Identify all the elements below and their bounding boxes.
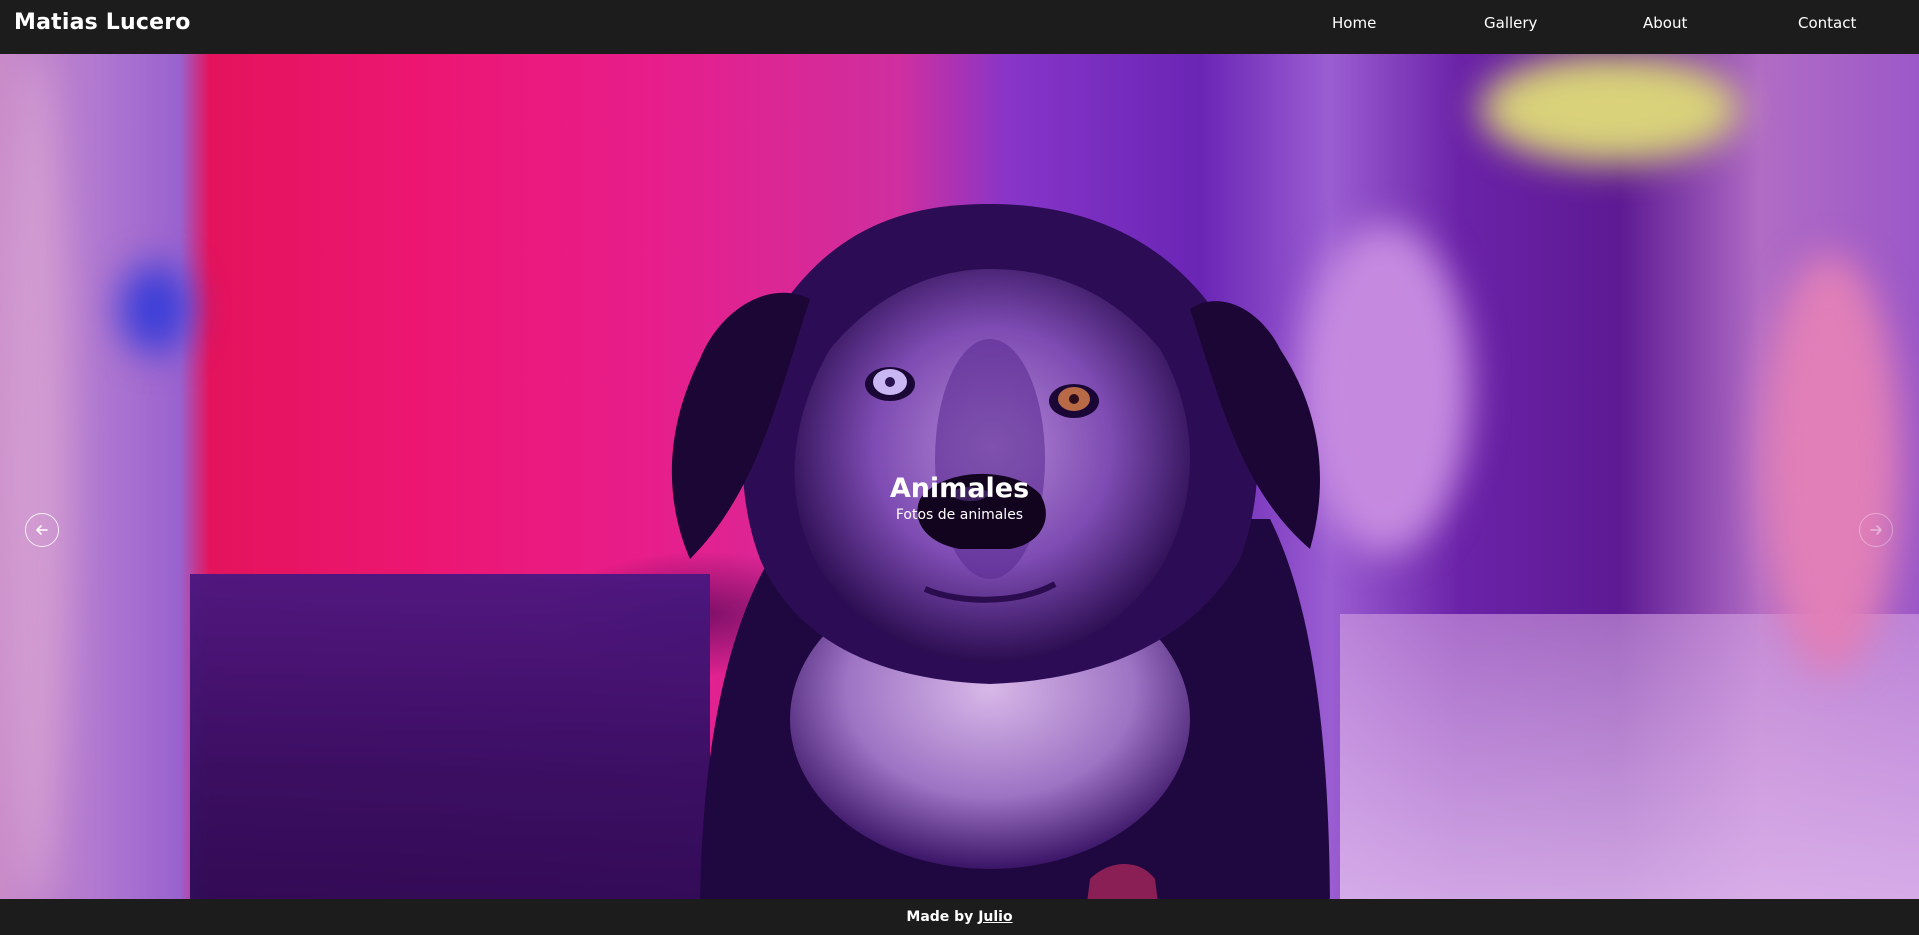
background-shadow bbox=[190, 574, 710, 899]
footer: Made by Julio bbox=[0, 899, 1919, 935]
carousel-caption: Animales Fotos de animales bbox=[0, 474, 1919, 524]
slide-title: Animales bbox=[889, 473, 1030, 504]
slide-subtitle: Fotos de animales bbox=[895, 507, 1024, 523]
background-blob bbox=[1760, 254, 1900, 674]
background-blob bbox=[120, 264, 190, 354]
background-blob bbox=[1480, 54, 1740, 164]
footer-prefix: Made by bbox=[906, 909, 974, 925]
arrow-left-icon bbox=[36, 525, 48, 535]
navbar: Matias Lucero Home Gallery About Contact bbox=[0, 0, 1919, 54]
carousel-prev-button[interactable] bbox=[25, 513, 59, 547]
dog-photo bbox=[671, 204, 1330, 899]
arrow-right-icon bbox=[1870, 525, 1882, 535]
nav-gallery[interactable]: Gallery bbox=[1484, 14, 1537, 32]
nav-about[interactable]: About bbox=[1643, 14, 1687, 32]
nav-home[interactable]: Home bbox=[1332, 14, 1376, 32]
nav-contact[interactable]: Contact bbox=[1798, 14, 1856, 32]
footer-author-link[interactable]: Julio bbox=[978, 909, 1012, 925]
carousel: Animales Fotos de animales bbox=[0, 54, 1919, 899]
carousel-next-button[interactable] bbox=[1859, 513, 1893, 547]
nav-links: Home Gallery About Contact bbox=[0, 0, 1919, 48]
